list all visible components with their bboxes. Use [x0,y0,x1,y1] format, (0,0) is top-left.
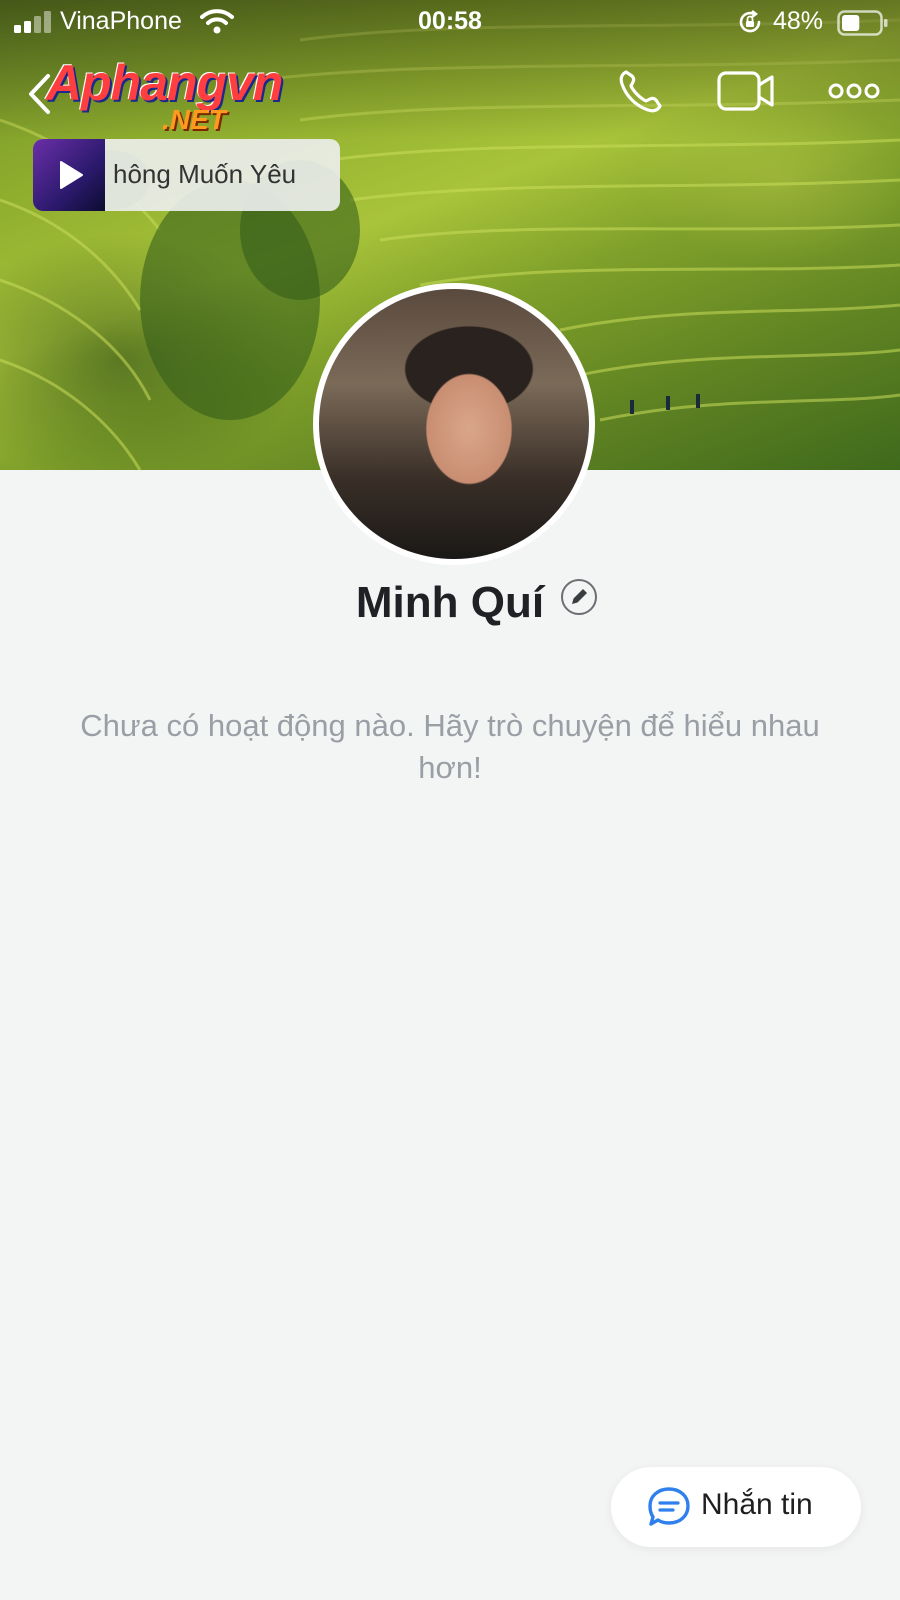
song-thumbnail [33,139,105,211]
battery-percent: 48% [773,7,824,35]
call-button[interactable] [612,64,672,118]
video-camera-icon [717,71,774,111]
edit-name-icon[interactable] [560,578,598,616]
play-icon[interactable] [51,157,87,193]
video-call-button[interactable] [716,64,776,118]
avatar-photo [319,289,589,559]
profile-name: Minh Quí [355,578,545,627]
status-time: 00:58 [418,7,482,35]
profile-music-card[interactable]: hông Muốn Yêu [33,139,340,211]
chat-bubble-icon [648,1487,690,1526]
more-icon [828,83,880,99]
phone-icon [619,70,662,113]
send-message-label: Nhắn tin [701,1488,813,1521]
status-bar: VinaPhone 00:58 48% [0,0,900,44]
watermark-logo: Aphangvn .NET [42,54,322,138]
orientation-lock-icon [739,10,761,33]
send-message-button[interactable]: Nhắn tin [611,1467,861,1547]
more-options-button[interactable] [826,64,886,118]
profile-avatar[interactable] [313,283,595,565]
empty-activity-message: Chưa có hoạt động nào. Hãy trò chuyện để… [80,708,820,785]
battery-icon [837,10,888,36]
logo-sub-text: .NET [162,104,226,135]
song-title: hông Muốn Yêu [113,159,297,189]
